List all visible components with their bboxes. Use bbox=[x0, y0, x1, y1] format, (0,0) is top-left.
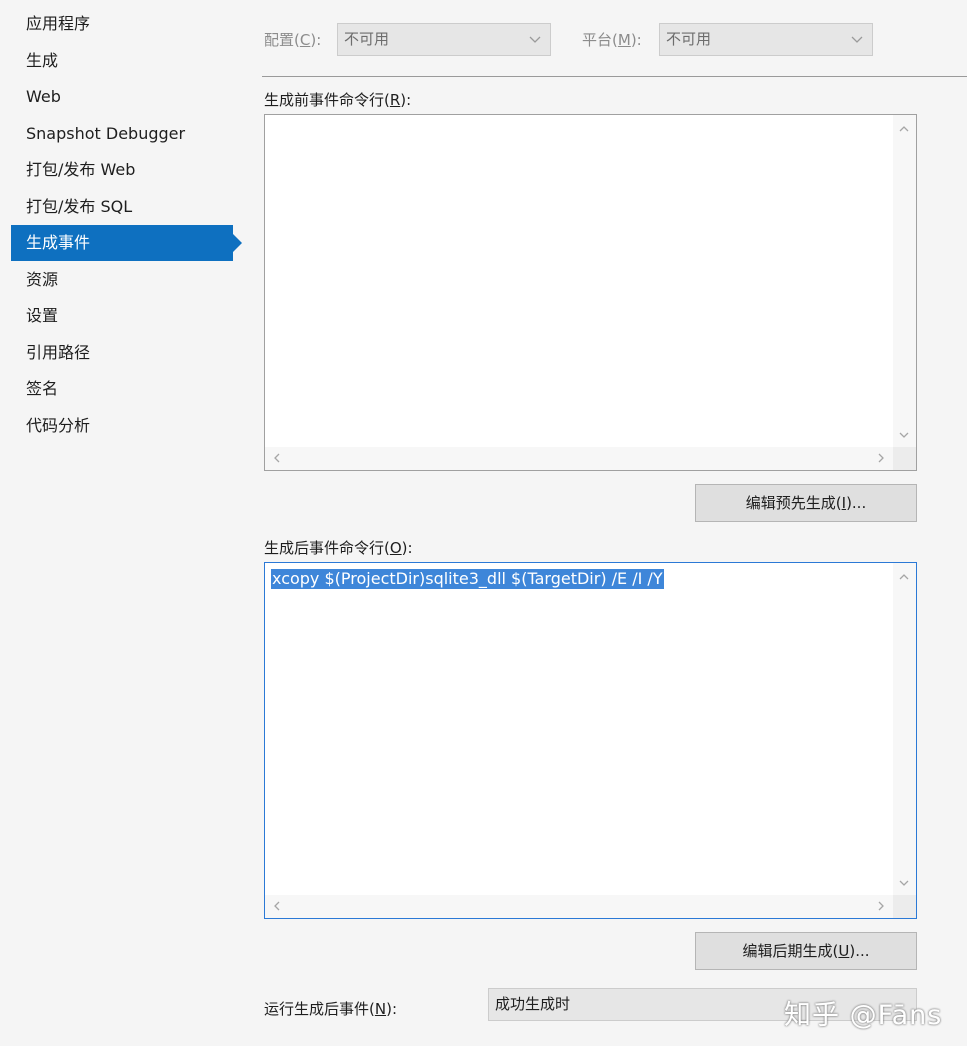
vertical-scrollbar[interactable] bbox=[893, 115, 916, 447]
platform-label: 平台(M): bbox=[582, 31, 642, 49]
bottom-edge bbox=[0, 1046, 967, 1050]
vertical-scrollbar[interactable] bbox=[893, 563, 916, 895]
pre-build-command-textarea[interactable] bbox=[264, 114, 917, 471]
scroll-down-icon[interactable] bbox=[898, 429, 910, 441]
config-select[interactable]: 不可用 bbox=[337, 23, 551, 56]
sidebar-item-code-analysis[interactable]: 代码分析 bbox=[11, 408, 233, 444]
config-select-value: 不可用 bbox=[344, 30, 390, 48]
scroll-left-icon[interactable] bbox=[271, 900, 283, 912]
watermark: 知乎 @Fāns bbox=[784, 1000, 943, 1031]
run-post-build-label: 运行生成后事件(N): bbox=[264, 1000, 397, 1018]
post-build-command-text: xcopy $(ProjectDir)sqlite3_dll $(TargetD… bbox=[271, 569, 664, 589]
scrollbar-corner bbox=[893, 895, 916, 918]
edit-pre-build-button[interactable]: 编辑预先生成(I)... bbox=[695, 484, 917, 522]
scroll-left-icon[interactable] bbox=[271, 452, 283, 464]
sidebar-item-package-publish-web[interactable]: 打包/发布 Web bbox=[11, 152, 233, 188]
scroll-down-icon[interactable] bbox=[898, 877, 910, 889]
sidebar-item-application[interactable]: 应用程序 bbox=[11, 6, 233, 42]
sidebar-item-reference-paths[interactable]: 引用路径 bbox=[11, 335, 233, 371]
sidebar: 应用程序 生成 Web Snapshot Debugger 打包/发布 Web … bbox=[0, 0, 242, 1050]
sidebar-item-web[interactable]: Web bbox=[11, 79, 233, 115]
scroll-right-icon[interactable] bbox=[875, 900, 887, 912]
post-build-command-textarea[interactable]: xcopy $(ProjectDir)sqlite3_dll $(TargetD… bbox=[264, 562, 917, 919]
platform-select-value: 不可用 bbox=[666, 30, 712, 48]
sidebar-item-signing[interactable]: 签名 bbox=[11, 371, 233, 407]
platform-select[interactable]: 不可用 bbox=[659, 23, 873, 56]
header-divider bbox=[262, 76, 967, 77]
edit-post-build-button[interactable]: 编辑后期生成(U)... bbox=[695, 932, 917, 970]
sidebar-item-resources[interactable]: 资源 bbox=[11, 262, 233, 298]
sidebar-item-build-events[interactable]: 生成事件 bbox=[11, 225, 242, 261]
horizontal-scrollbar[interactable] bbox=[265, 895, 916, 918]
scroll-up-icon[interactable] bbox=[898, 123, 910, 135]
chevron-down-icon bbox=[529, 36, 541, 43]
sidebar-item-build[interactable]: 生成 bbox=[11, 43, 233, 79]
sidebar-item-settings[interactable]: 设置 bbox=[11, 298, 233, 334]
post-build-label: 生成后事件命令行(O): bbox=[264, 539, 413, 557]
pre-build-label: 生成前事件命令行(R): bbox=[264, 91, 412, 109]
sidebar-item-package-publish-sql[interactable]: 打包/发布 SQL bbox=[11, 189, 233, 225]
run-post-build-value: 成功生成时 bbox=[495, 995, 571, 1013]
scrollbar-corner bbox=[893, 447, 916, 470]
horizontal-scrollbar[interactable] bbox=[265, 447, 916, 470]
chevron-down-icon bbox=[851, 36, 863, 43]
scroll-right-icon[interactable] bbox=[875, 452, 887, 464]
scroll-up-icon[interactable] bbox=[898, 571, 910, 583]
config-label: 配置(C): bbox=[264, 31, 322, 49]
sidebar-item-snapshot-debugger[interactable]: Snapshot Debugger bbox=[11, 116, 233, 152]
